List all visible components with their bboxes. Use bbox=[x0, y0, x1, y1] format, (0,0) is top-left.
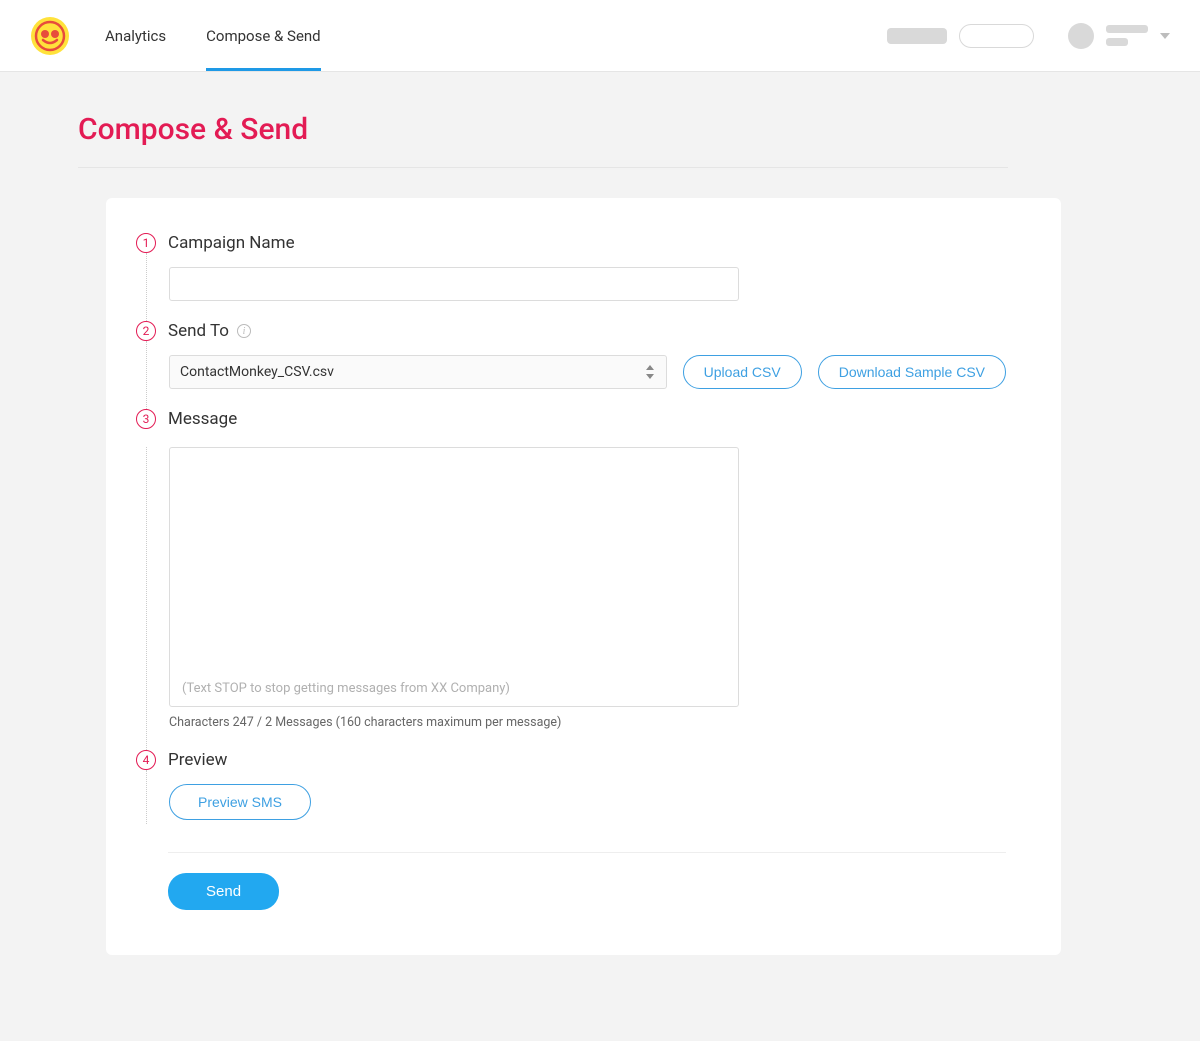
nav-analytics[interactable]: Analytics bbox=[105, 0, 166, 71]
page-title: Compose & Send bbox=[78, 102, 1008, 168]
step-4-label: Preview bbox=[168, 750, 1006, 770]
step-4-badge: 4 bbox=[136, 750, 156, 770]
download-sample-csv-button[interactable]: Download Sample CSV bbox=[818, 355, 1006, 389]
header-placeholder-1 bbox=[887, 28, 947, 44]
avatar[interactable] bbox=[1068, 23, 1094, 49]
message-counter: Characters 247 / 2 Messages (160 charact… bbox=[169, 715, 1006, 730]
divider bbox=[168, 852, 1006, 853]
info-icon[interactable]: i bbox=[237, 324, 251, 338]
brand-logo bbox=[30, 16, 70, 56]
step-3-label: Message bbox=[168, 409, 1006, 429]
campaign-name-input[interactable] bbox=[169, 267, 739, 301]
step-2-label: Send To bbox=[168, 321, 229, 341]
send-to-select[interactable]: ContactMonkey_CSV.csv bbox=[169, 355, 667, 389]
send-button[interactable]: Send bbox=[168, 873, 279, 910]
header-placeholder-2 bbox=[959, 24, 1034, 48]
upload-csv-button[interactable]: Upload CSV bbox=[683, 355, 802, 389]
top-nav: Analytics Compose & Send bbox=[0, 0, 1200, 72]
user-menu-placeholder bbox=[1106, 25, 1148, 46]
compose-card: 1 Campaign Name 2 Send To i bbox=[106, 198, 1061, 955]
message-textarea[interactable] bbox=[180, 458, 728, 668]
nav-compose-send[interactable]: Compose & Send bbox=[206, 0, 321, 71]
step-2-badge: 2 bbox=[136, 321, 156, 341]
step-1-badge: 1 bbox=[136, 233, 156, 253]
select-sort-icon bbox=[646, 365, 656, 379]
preview-sms-button[interactable]: Preview SMS bbox=[169, 784, 311, 820]
step-1-label: Campaign Name bbox=[168, 233, 1006, 253]
message-stop-hint: (Text STOP to stop getting messages from… bbox=[182, 681, 510, 696]
step-3-badge: 3 bbox=[136, 409, 156, 429]
chevron-down-icon[interactable] bbox=[1160, 33, 1170, 39]
send-to-selected-value: ContactMonkey_CSV.csv bbox=[180, 364, 334, 380]
